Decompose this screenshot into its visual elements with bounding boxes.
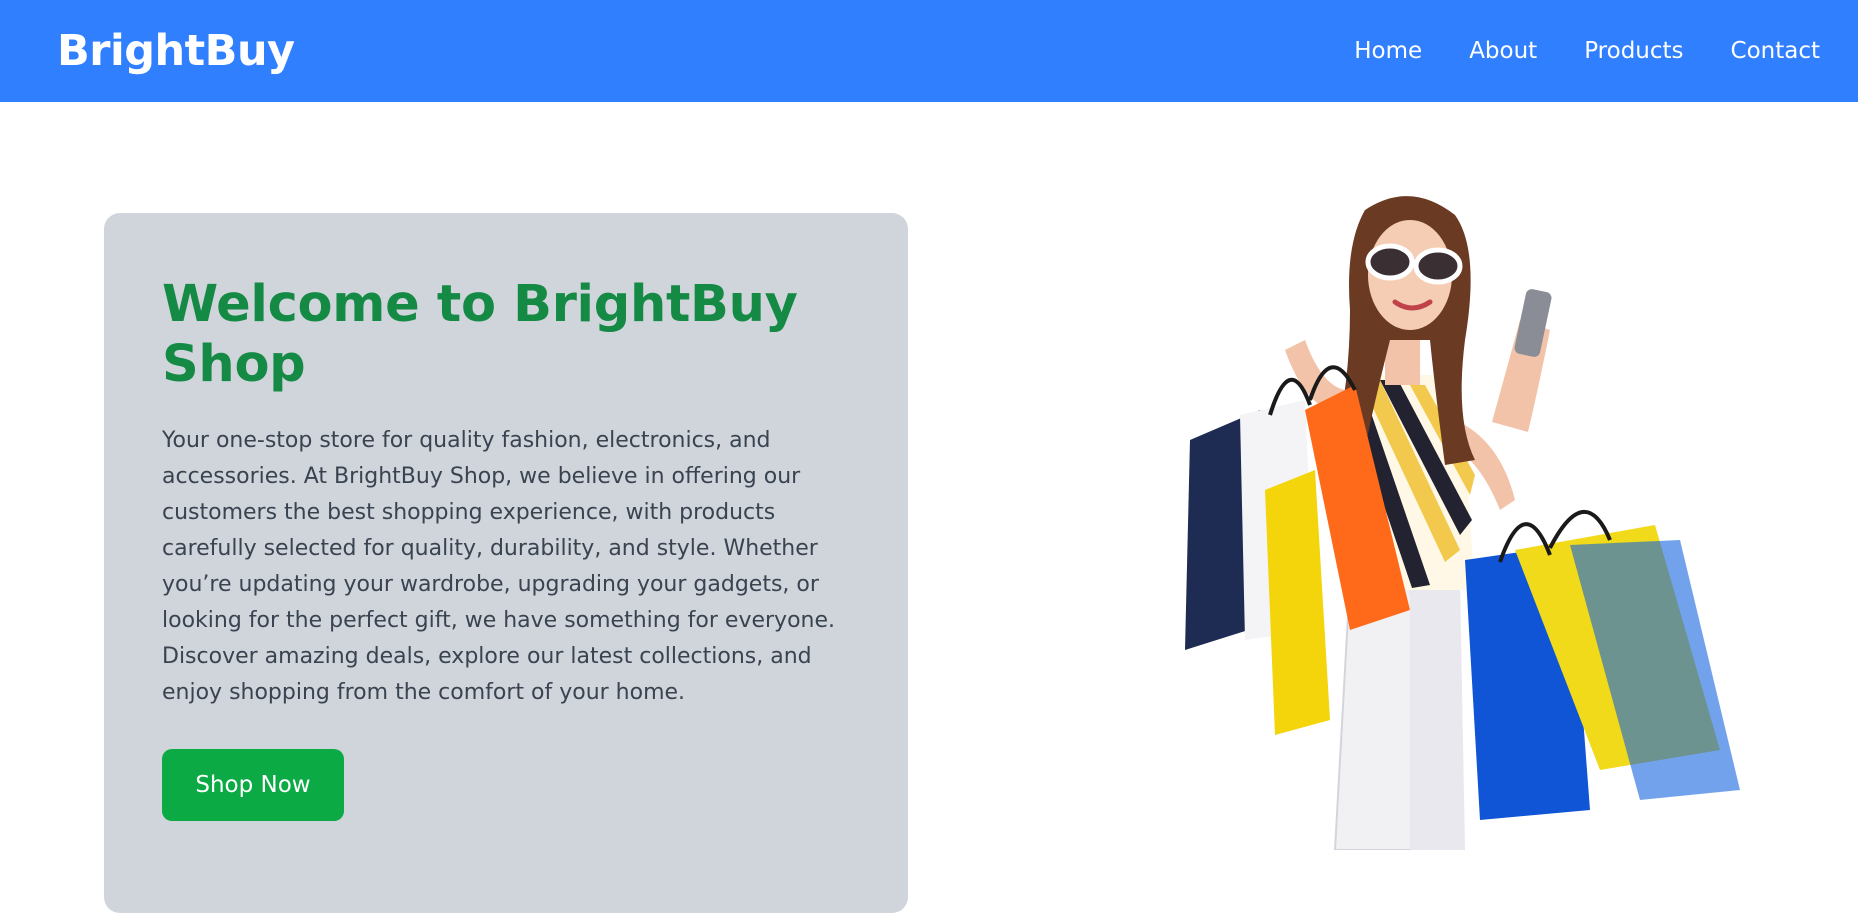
main-nav: Home About Products Contact <box>1307 38 1820 64</box>
nav-contact-link[interactable]: Contact <box>1731 38 1820 64</box>
shop-now-button[interactable]: Shop Now <box>162 749 344 821</box>
hero-shopping-woman-image <box>1185 196 1740 850</box>
nav-home-link[interactable]: Home <box>1354 38 1422 64</box>
hero-description: Your one-stop store for quality fashion,… <box>162 428 836 705</box>
nav-about-link[interactable]: About <box>1469 38 1537 64</box>
navbar: BrightBuy Home About Products Contact <box>0 0 1858 102</box>
brand-logo[interactable]: BrightBuy <box>57 26 295 76</box>
nav-products-link[interactable]: Products <box>1584 38 1683 64</box>
hero-card: Welcome to BrightBuy Shop Your one-stop … <box>104 213 908 913</box>
hero-title: Welcome to BrightBuy Shop <box>162 275 798 394</box>
